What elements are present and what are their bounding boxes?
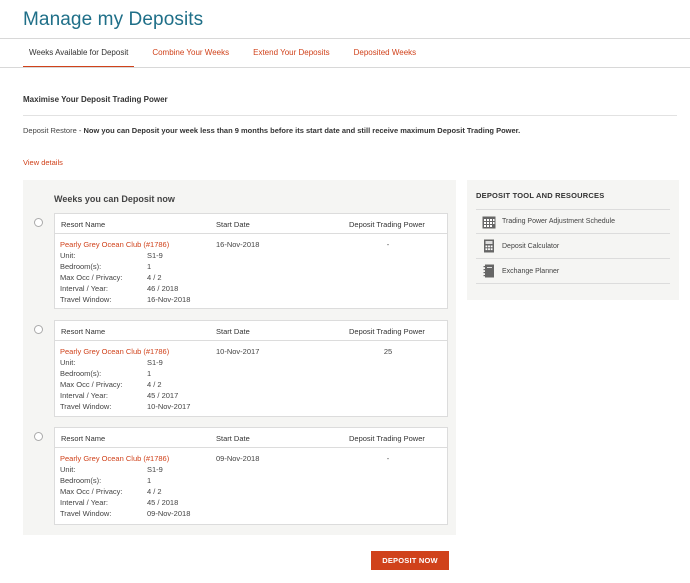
trading-power-value: 25 — [383, 347, 393, 356]
occupancy-label: Max Occ / Privacy: — [60, 487, 123, 496]
bedrooms-value: 1 — [147, 369, 152, 378]
occupancy-value: 4 / 2 — [147, 487, 162, 496]
resource-label: Exchange Planner — [502, 267, 560, 275]
week-card: Resort Name Start Date Deposit Trading P… — [54, 320, 448, 417]
deposit-restore-text: Deposit Restore - Now you can Deposit yo… — [23, 126, 520, 135]
resource-deposit-calculator[interactable]: Deposit Calculator — [476, 234, 670, 259]
section-title: Maximise Your Deposit Trading Power — [23, 95, 168, 104]
restore-message: Now you can Deposit your week less than … — [83, 126, 521, 135]
interval-label: Interval / Year: — [60, 391, 108, 400]
week-radio-2[interactable] — [34, 325, 43, 334]
travel-window-label: Travel Window: — [60, 295, 112, 304]
week-card: Resort Name Start Date Deposit Trading P… — [54, 427, 448, 525]
trading-power-value: - — [386, 454, 390, 463]
card-header: Resort Name Start Date Deposit Trading P… — [55, 214, 447, 234]
unit-label: Unit: — [60, 465, 76, 474]
tab-bar: Weeks Available for Deposit Combine Your… — [23, 39, 428, 68]
col-resort-name: Resort Name — [61, 434, 106, 443]
resort-name-link[interactable]: Pearly Grey Ocean Club (#1786) — [60, 454, 169, 463]
col-trading-power: Deposit Trading Power — [349, 327, 425, 336]
week-radio-3[interactable] — [34, 432, 43, 441]
week-card: Resort Name Start Date Deposit Trading P… — [54, 213, 448, 309]
travel-window-label: Travel Window: — [60, 402, 112, 411]
resource-label: Trading Power Adjustment Schedule — [502, 218, 615, 225]
occupancy-label: Max Occ / Privacy: — [60, 380, 123, 389]
section-divider — [23, 115, 677, 116]
tab-extend-deposits[interactable]: Extend Your Deposits — [241, 39, 342, 68]
bedrooms-label: Bedroom(s): — [60, 369, 102, 378]
col-start-date: Start Date — [216, 220, 250, 229]
bedrooms-value: 1 — [147, 262, 152, 271]
trading-power-value: - — [386, 240, 390, 249]
bedrooms-label: Bedroom(s): — [60, 262, 102, 271]
resources-title: DEPOSIT TOOL AND RESOURCES — [476, 191, 605, 200]
occupancy-label: Max Occ / Privacy: — [60, 273, 123, 282]
planner-book-icon — [482, 264, 496, 278]
unit-value: S1-9 — [147, 465, 163, 474]
tabs-divider — [0, 67, 690, 68]
interval-label: Interval / Year: — [60, 284, 108, 293]
card-header: Resort Name Start Date Deposit Trading P… — [55, 321, 447, 341]
col-trading-power: Deposit Trading Power — [349, 434, 425, 443]
bedrooms-value: 1 — [147, 476, 152, 485]
resources-list: Trading Power Adjustment Schedule Deposi… — [476, 209, 670, 284]
start-date: 09-Nov-2018 — [216, 454, 260, 463]
col-resort-name: Resort Name — [61, 220, 106, 229]
unit-label: Unit: — [60, 358, 76, 367]
resort-name-link[interactable]: Pearly Grey Ocean Club (#1786) — [60, 347, 169, 356]
bedrooms-label: Bedroom(s): — [60, 476, 102, 485]
start-date: 10-Nov-2017 — [216, 347, 260, 356]
tab-combine-weeks[interactable]: Combine Your Weeks — [140, 39, 241, 68]
interval-label: Interval / Year: — [60, 498, 108, 507]
interval-value: 45 / 2018 — [147, 498, 179, 507]
start-date: 16-Nov-2018 — [216, 240, 260, 249]
travel-window-value: 10-Nov-2017 — [147, 402, 191, 411]
resource-exchange-planner[interactable]: Exchange Planner — [476, 259, 670, 284]
tab-deposited-weeks[interactable]: Deposited Weeks — [342, 39, 429, 68]
col-resort-name: Resort Name — [61, 327, 106, 336]
card-header: Resort Name Start Date Deposit Trading P… — [55, 428, 447, 448]
unit-value: S1-9 — [147, 251, 163, 260]
travel-window-value: 16-Nov-2018 — [147, 295, 191, 304]
tab-weeks-available[interactable]: Weeks Available for Deposit — [23, 39, 135, 68]
resource-label: Deposit Calculator — [502, 242, 560, 250]
interval-value: 45 / 2017 — [147, 391, 179, 400]
restore-prefix: Deposit Restore - — [23, 126, 84, 135]
occupancy-value: 4 / 2 — [147, 273, 162, 282]
calculator-icon — [482, 239, 496, 253]
col-start-date: Start Date — [216, 327, 250, 336]
resource-trading-power-schedule[interactable]: Trading Power Adjustment Schedule — [476, 209, 670, 234]
deposit-now-button[interactable]: DEPOSIT NOW — [371, 551, 449, 570]
page-title: Manage my Deposits — [23, 9, 204, 30]
interval-value: 46 / 2018 — [147, 284, 179, 293]
view-details-link[interactable]: View details — [23, 158, 63, 167]
travel-window-value: 09-Nov-2018 — [147, 509, 191, 518]
unit-label: Unit: — [60, 251, 76, 260]
resort-name-link[interactable]: Pearly Grey Ocean Club (#1786) — [60, 240, 169, 249]
weeks-title: Weeks you can Deposit now — [54, 194, 175, 204]
week-radio-1[interactable] — [34, 218, 43, 227]
col-start-date: Start Date — [216, 434, 250, 443]
col-trading-power: Deposit Trading Power — [349, 220, 425, 229]
occupancy-value: 4 / 2 — [147, 380, 162, 389]
travel-window-label: Travel Window: — [60, 509, 112, 518]
unit-value: S1-9 — [147, 358, 163, 367]
calendar-icon — [482, 215, 496, 229]
